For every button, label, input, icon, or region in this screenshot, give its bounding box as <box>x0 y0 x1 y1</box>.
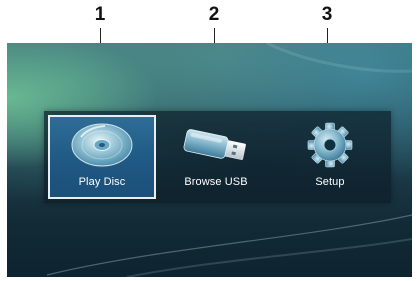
callout-number-3: 3 <box>321 4 333 25</box>
manual-figure: 1 2 3 Play Disc Browse USB Setup <box>0 0 418 281</box>
gear-icon <box>307 122 353 168</box>
menu-item-setup[interactable]: Setup <box>276 115 384 199</box>
callout-number-1: 1 <box>94 4 106 25</box>
menu-item-label: Setup <box>315 176 345 188</box>
tv-screen: Play Disc Browse USB Setup <box>7 43 412 277</box>
home-menu-bar: Play Disc Browse USB Setup <box>44 111 391 203</box>
menu-item-play-disc[interactable]: Play Disc <box>48 115 156 199</box>
menu-item-label: Play Disc <box>78 176 126 188</box>
menu-item-label: Browse USB <box>184 176 248 188</box>
disc-icon <box>71 123 133 168</box>
usb-drive-icon <box>183 129 246 160</box>
menu-item-browse-usb[interactable]: Browse USB <box>162 115 270 199</box>
callout-number-2: 2 <box>208 4 220 25</box>
